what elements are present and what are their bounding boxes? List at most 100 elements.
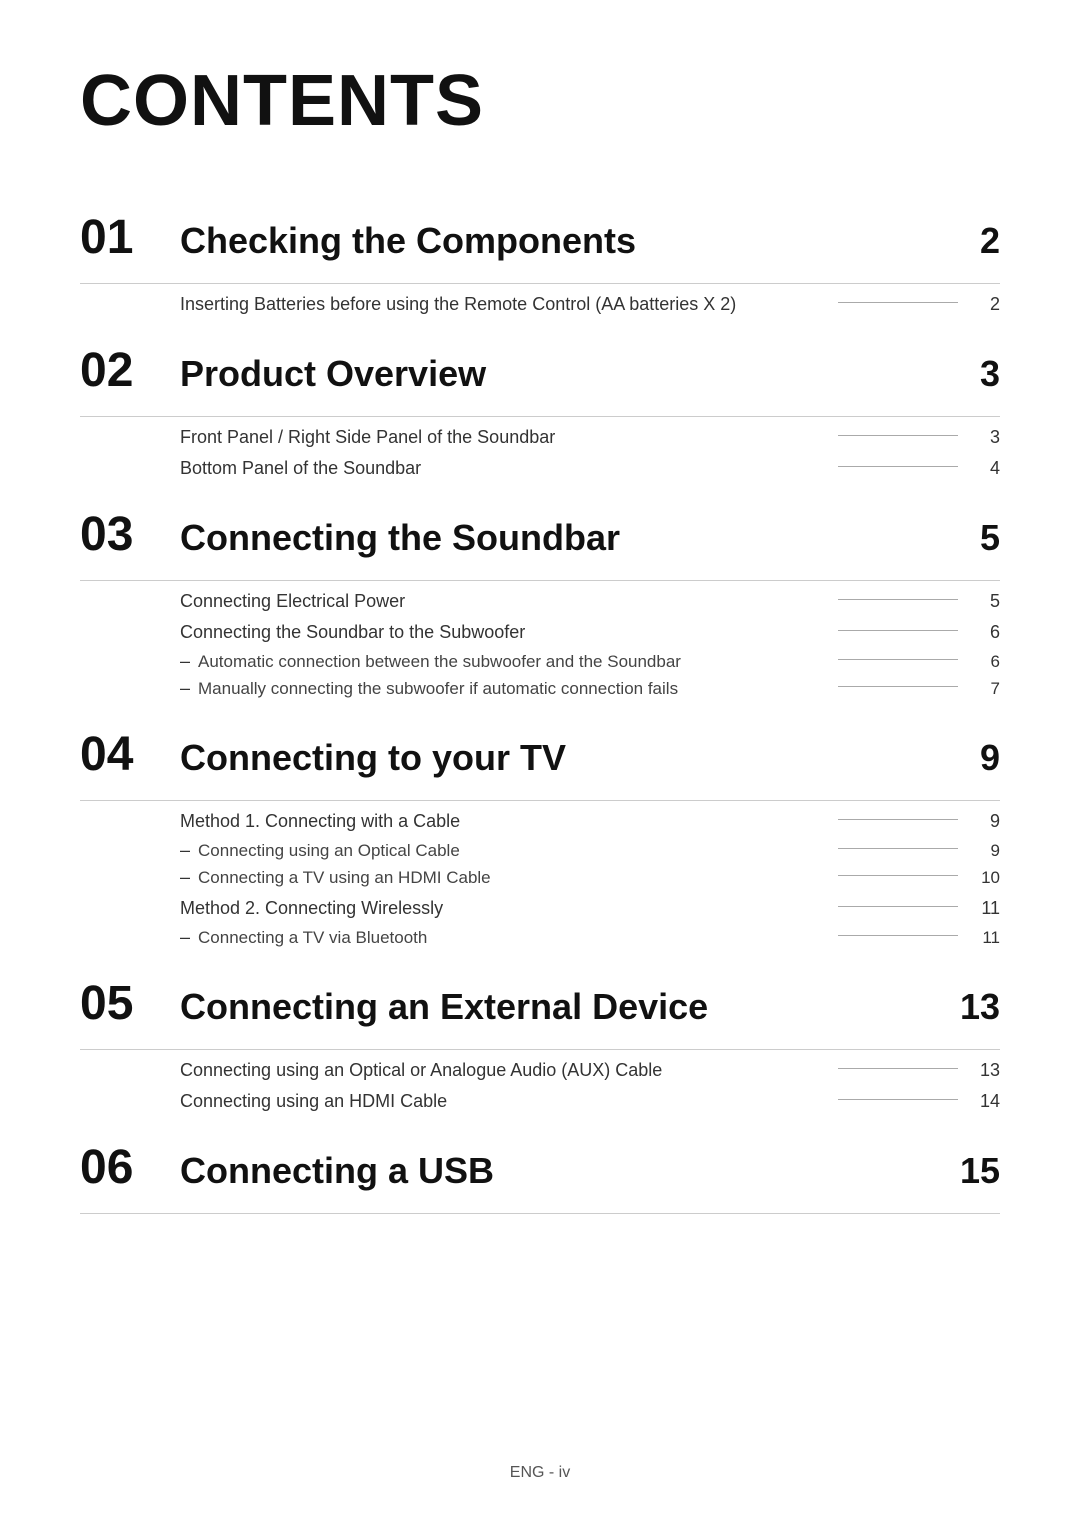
sub-dots-04-0-0 bbox=[838, 848, 958, 849]
entry-page-01-0: 2 bbox=[970, 294, 1000, 315]
entry-dots-03-0 bbox=[838, 599, 958, 600]
sub-dash-04-0-0: – bbox=[180, 840, 190, 861]
sub-entry-03-1-1: –Manually connecting the subwoofer if au… bbox=[180, 678, 1000, 699]
section-number-05: 05 bbox=[80, 976, 180, 1031]
footer: ENG - iv bbox=[0, 1464, 1080, 1482]
entry-text-05-0: Connecting using an Optical or Analogue … bbox=[180, 1060, 826, 1081]
entry-page-03-1: 6 bbox=[970, 622, 1000, 643]
section-header-02: 02Product Overview3 bbox=[80, 325, 1000, 398]
entry-03-0: Connecting Electrical Power5 bbox=[180, 591, 1000, 612]
section-header-03: 03Connecting the Soundbar5 bbox=[80, 489, 1000, 562]
entry-text-03-0: Connecting Electrical Power bbox=[180, 591, 826, 612]
entry-dots-03-1 bbox=[838, 630, 958, 631]
section-header-05: 05Connecting an External Device13 bbox=[80, 958, 1000, 1031]
sub-text-03-1-1: Manually connecting the subwoofer if aut… bbox=[198, 679, 826, 699]
sub-entry-03-1-0: –Automatic connection between the subwoo… bbox=[180, 651, 1000, 672]
section-page-04: 9 bbox=[940, 737, 1000, 779]
section-number-06: 06 bbox=[80, 1140, 180, 1195]
entry-05-0: Connecting using an Optical or Analogue … bbox=[180, 1060, 1000, 1081]
section-06: 06Connecting a USB15 bbox=[80, 1122, 1000, 1214]
divider-04 bbox=[80, 800, 1000, 801]
entry-text-02-0: Front Panel / Right Side Panel of the So… bbox=[180, 427, 826, 448]
sub-entry-04-0-0: –Connecting using an Optical Cable 9 bbox=[180, 840, 1000, 861]
divider-06 bbox=[80, 1213, 1000, 1214]
entry-page-04-1: 11 bbox=[970, 898, 1000, 919]
entry-page-05-1: 14 bbox=[970, 1091, 1000, 1112]
entry-dots-02-1 bbox=[838, 466, 958, 467]
divider-03 bbox=[80, 580, 1000, 581]
entry-page-04-0: 9 bbox=[970, 811, 1000, 832]
section-title-02: Product Overview bbox=[180, 353, 940, 395]
sub-entry-04-0-1: –Connecting a TV using an HDMI Cable 10 bbox=[180, 867, 1000, 888]
sub-text-04-0-0: Connecting using an Optical Cable bbox=[198, 841, 826, 861]
entries-02: Front Panel / Right Side Panel of the So… bbox=[80, 427, 1000, 479]
sub-page-03-1-1: 7 bbox=[970, 679, 1000, 699]
section-page-05: 13 bbox=[940, 986, 1000, 1028]
section-number-04: 04 bbox=[80, 727, 180, 782]
section-header-01: 01Checking the Components2 bbox=[80, 192, 1000, 265]
sub-text-04-0-1: Connecting a TV using an HDMI Cable bbox=[198, 868, 826, 888]
entry-dots-05-0 bbox=[838, 1068, 958, 1069]
section-header-04: 04Connecting to your TV9 bbox=[80, 709, 1000, 782]
entry-05-1: Connecting using an HDMI Cable 14 bbox=[180, 1091, 1000, 1112]
entries-05: Connecting using an Optical or Analogue … bbox=[80, 1060, 1000, 1112]
entry-dots-05-1 bbox=[838, 1099, 958, 1100]
divider-05 bbox=[80, 1049, 1000, 1050]
section-page-06: 15 bbox=[940, 1150, 1000, 1192]
sub-page-04-1-0: 11 bbox=[970, 928, 1000, 948]
section-number-02: 02 bbox=[80, 343, 180, 398]
section-title-05: Connecting an External Device bbox=[180, 986, 940, 1028]
sub-dash-03-1-0: – bbox=[180, 651, 190, 672]
section-title-01: Checking the Components bbox=[180, 220, 940, 262]
entry-dots-04-1 bbox=[838, 906, 958, 907]
entry-page-02-1: 4 bbox=[970, 458, 1000, 479]
section-05: 05Connecting an External Device13Connect… bbox=[80, 958, 1000, 1112]
section-title-06: Connecting a USB bbox=[180, 1150, 940, 1192]
sub-entry-04-1-0: –Connecting a TV via Bluetooth 11 bbox=[180, 927, 1000, 948]
sub-text-04-1-0: Connecting a TV via Bluetooth bbox=[198, 928, 826, 948]
section-title-04: Connecting to your TV bbox=[180, 737, 940, 779]
section-04: 04Connecting to your TV9Method 1. Connec… bbox=[80, 709, 1000, 948]
sub-page-04-0-1: 10 bbox=[970, 868, 1000, 888]
entry-text-04-0: Method 1. Connecting with a Cable bbox=[180, 811, 826, 832]
entry-dots-02-0 bbox=[838, 435, 958, 436]
section-number-03: 03 bbox=[80, 507, 180, 562]
entry-03-1: Connecting the Soundbar to the Subwoofer… bbox=[180, 622, 1000, 643]
sub-text-03-1-0: Automatic connection between the subwoof… bbox=[198, 652, 826, 672]
entry-02-0: Front Panel / Right Side Panel of the So… bbox=[180, 427, 1000, 448]
entry-text-03-1: Connecting the Soundbar to the Subwoofer bbox=[180, 622, 826, 643]
entry-04-1: Method 2. Connecting Wirelessly11 bbox=[180, 898, 1000, 919]
section-title-03: Connecting the Soundbar bbox=[180, 517, 940, 559]
toc-container: 01Checking the Components2Inserting Batt… bbox=[80, 192, 1000, 1214]
entry-text-05-1: Connecting using an HDMI Cable bbox=[180, 1091, 826, 1112]
sub-dash-03-1-1: – bbox=[180, 678, 190, 699]
entry-04-0: Method 1. Connecting with a Cable 9 bbox=[180, 811, 1000, 832]
divider-01 bbox=[80, 283, 1000, 284]
divider-02 bbox=[80, 416, 1000, 417]
entries-03: Connecting Electrical Power5 Connecting t… bbox=[80, 591, 1000, 699]
sub-dots-04-0-1 bbox=[838, 875, 958, 876]
sub-dots-03-1-0 bbox=[838, 659, 958, 660]
sub-dots-03-1-1 bbox=[838, 686, 958, 687]
entry-page-02-0: 3 bbox=[970, 427, 1000, 448]
page-title: CONTENTS bbox=[80, 60, 1000, 142]
sub-dash-04-0-1: – bbox=[180, 867, 190, 888]
entries-04: Method 1. Connecting with a Cable9–Conne… bbox=[80, 811, 1000, 948]
section-number-01: 01 bbox=[80, 210, 180, 265]
section-page-01: 2 bbox=[940, 220, 1000, 262]
section-02: 02Product Overview3Front Panel / Right S… bbox=[80, 325, 1000, 479]
sub-dash-04-1-0: – bbox=[180, 927, 190, 948]
entry-text-01-0: Inserting Batteries before using the Rem… bbox=[180, 294, 826, 315]
sub-page-04-0-0: 9 bbox=[970, 841, 1000, 861]
entry-02-1: Bottom Panel of the Soundbar 4 bbox=[180, 458, 1000, 479]
section-page-03: 5 bbox=[940, 517, 1000, 559]
sub-page-03-1-0: 6 bbox=[970, 652, 1000, 672]
entry-text-02-1: Bottom Panel of the Soundbar bbox=[180, 458, 826, 479]
sub-dots-04-1-0 bbox=[838, 935, 958, 936]
section-page-02: 3 bbox=[940, 353, 1000, 395]
section-03: 03Connecting the Soundbar5 Connecting Ele… bbox=[80, 489, 1000, 699]
section-01: 01Checking the Components2Inserting Batt… bbox=[80, 192, 1000, 315]
entry-01-0: Inserting Batteries before using the Rem… bbox=[180, 294, 1000, 315]
entry-dots-01-0 bbox=[838, 302, 958, 303]
section-header-06: 06Connecting a USB15 bbox=[80, 1122, 1000, 1195]
